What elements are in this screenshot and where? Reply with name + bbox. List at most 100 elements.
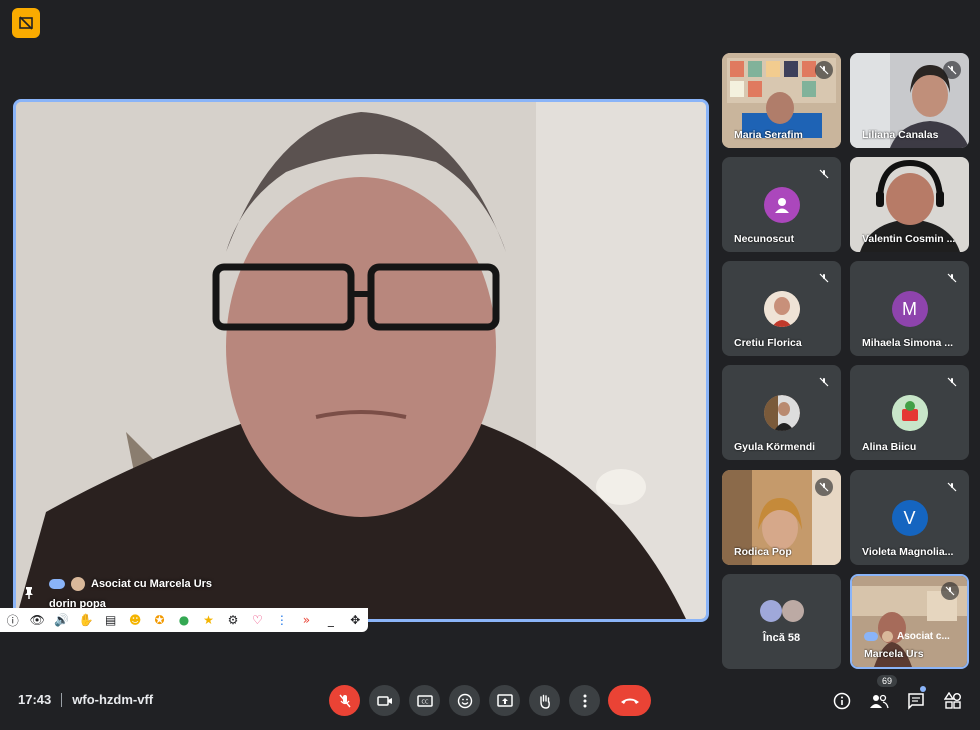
avatar-photo [763, 291, 800, 327]
mic-off-icon [338, 694, 351, 707]
participant-name: Alina Biicu [862, 441, 917, 453]
participant-tile[interactable]: M Mihaela Simona ... [850, 261, 969, 356]
captions-button[interactable]: CC [409, 685, 440, 716]
participant-name: Necunoscut [734, 233, 795, 245]
info-icon[interactable]: ⓘ [4, 611, 21, 629]
pin-icon[interactable] [22, 586, 36, 605]
more-options-button[interactable] [569, 685, 600, 716]
self-name: Marcela Urs [864, 648, 924, 660]
divider [61, 692, 63, 707]
participant-name: Maria Serafim [734, 129, 803, 141]
camera-icon [376, 695, 392, 706]
participant-tile[interactable]: Cretiu Florica [722, 261, 841, 356]
people-button[interactable] [868, 690, 890, 712]
mic-off-icon [943, 269, 961, 287]
avatar-letter: V [891, 500, 928, 536]
participant-name: Mihaela Simona ... [862, 337, 954, 349]
minimize-icon[interactable]: _ [322, 611, 339, 629]
emoji-icon[interactable]: ☻ [126, 611, 143, 629]
link-icon [864, 632, 878, 641]
star-icon[interactable]: ★ [200, 611, 217, 629]
speaker-video [16, 102, 706, 619]
meeting-code[interactable]: wfo-hzdm-vff [72, 692, 153, 707]
chat-notification-dot [920, 686, 926, 692]
avatar-photo [891, 395, 928, 431]
leave-call-button[interactable] [608, 685, 651, 716]
present-button[interactable] [489, 685, 520, 716]
participant-name: Rodica Pop [734, 546, 792, 558]
mic-off-icon [943, 478, 961, 496]
activities-button[interactable] [942, 690, 964, 712]
small-avatar [782, 600, 804, 622]
mic-off-icon [941, 582, 959, 600]
participant-tile[interactable]: Necunoscut [722, 157, 841, 252]
svg-text:CC: CC [421, 699, 428, 705]
participant-tile[interactable]: Rodica Pop [722, 470, 841, 565]
meeting-time: 17:43 [18, 692, 52, 707]
associated-label: Asociat cu Marcela Urs [91, 578, 213, 590]
emoji-icon [457, 693, 472, 708]
shapes-icon [944, 692, 961, 709]
captions-icon: CC [416, 694, 433, 707]
participant-tile[interactable]: Valentin Cosmin ... [850, 157, 969, 252]
mic-off-icon [815, 373, 833, 391]
reactions-button[interactable] [449, 685, 480, 716]
no-video-banner-icon[interactable] [12, 8, 40, 38]
raise-hand-button[interactable] [529, 685, 560, 716]
small-avatar [760, 600, 782, 622]
badge-icon[interactable]: ✪ [151, 611, 168, 629]
self-associated-row: Asociat c... [864, 631, 950, 642]
info-icon [833, 692, 851, 710]
mic-off-icon [943, 373, 961, 391]
link-icon [49, 579, 65, 589]
more-vert-icon [583, 694, 586, 707]
camera-toggle-button[interactable] [369, 685, 400, 716]
meeting-details-button[interactable] [831, 690, 853, 712]
small-avatar [71, 577, 85, 591]
participant-name: Liliana Canalas [862, 129, 939, 141]
more-icon[interactable]: ⋮ [273, 611, 290, 629]
eye-icon[interactable]: 👁 [28, 611, 45, 629]
hand-icon[interactable]: ✋ [77, 611, 94, 629]
participant-tile[interactable]: Alina Biicu [850, 365, 969, 460]
avatar-person-icon [763, 187, 800, 223]
avatar-letter: M [891, 291, 928, 327]
main-speaker-tile[interactable]: Asociat cu Marcela Urs dorin popa [13, 99, 709, 622]
more-participants-tile[interactable]: Încă 58 [722, 574, 841, 669]
notes-icon[interactable]: ▤ [102, 611, 119, 629]
people-icon [870, 694, 889, 709]
avatar-photo [763, 395, 800, 431]
gear-icon[interactable]: ⚙ [224, 611, 241, 629]
mic-off-icon [815, 478, 833, 496]
participant-name: Valentin Cosmin ... [862, 233, 956, 245]
more-count-label: Încă 58 [762, 632, 801, 644]
mic-off-icon [815, 165, 833, 183]
mic-toggle-button[interactable] [329, 685, 360, 716]
hand-icon [539, 694, 550, 709]
forward-icon[interactable]: » [298, 611, 315, 629]
chat-button[interactable] [905, 686, 927, 712]
chat-icon [908, 693, 924, 710]
participant-count-badge: 69 [877, 675, 898, 687]
participant-name: Gyula Körmendi [734, 441, 816, 453]
move-icon[interactable]: ✥ [347, 611, 364, 629]
mic-off-icon [815, 269, 833, 287]
present-icon [496, 693, 513, 707]
heart-icon[interactable]: ♡ [249, 611, 266, 629]
extension-toolbar: ⓘ 👁 🔊 ✋ ▤ ☻ ✪ ● ★ ⚙ ♡ ⋮ » _ ✥ [0, 608, 368, 632]
participant-name: Violeta Magnolia... [862, 546, 954, 558]
mic-off-icon [943, 61, 961, 79]
small-avatar [882, 631, 893, 642]
participant-name: Cretiu Florica [734, 337, 802, 349]
participant-tile[interactable]: Gyula Körmendi [722, 365, 841, 460]
self-associated-label: Asociat c... [897, 631, 950, 642]
hang-up-icon [620, 698, 639, 704]
participant-tile[interactable]: Maria Serafim [722, 53, 841, 148]
participant-tile[interactable]: V Violeta Magnolia... [850, 470, 969, 565]
meeting-info: 17:43 wfo-hzdm-vff [18, 692, 153, 707]
chat-bubble-icon[interactable]: ● [175, 611, 192, 629]
associated-row: Asociat cu Marcela Urs [49, 577, 212, 591]
self-tile[interactable]: Asociat c... Marcela Urs [850, 574, 969, 669]
participant-tile[interactable]: Liliana Canalas [850, 53, 969, 148]
speaker-icon[interactable]: 🔊 [53, 611, 70, 629]
